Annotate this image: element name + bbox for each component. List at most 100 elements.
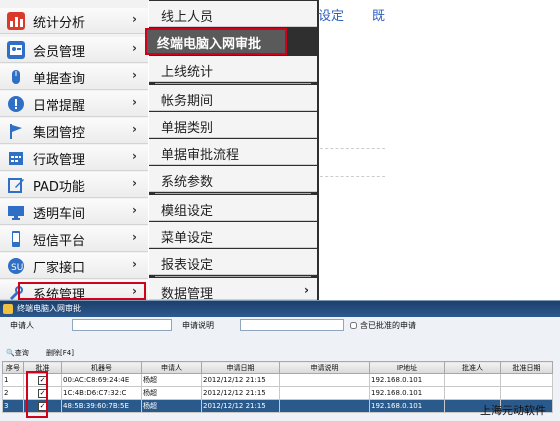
flag-icon [7,122,25,140]
menu-item-member[interactable]: 会员管理 › [0,37,148,63]
submenu-item-label: 报表设定 [161,258,214,273]
system-submenu: 线上人员 终端电脑入网审批 上线统计 帐务期间 单据类别 单据审批流程 系统参数… [145,0,319,302]
menu-item-documents[interactable]: 单据查询 › [0,64,148,90]
submenu-item-data-management[interactable]: 数据管理 › [149,278,317,302]
submenu-item-report-settings[interactable]: 报表设定 [149,249,317,275]
submenu-item-online-users[interactable]: 线上人员 [149,1,317,27]
submenu-item-label: 上线统计 [161,65,214,80]
edit-icon [7,176,25,194]
menu-item-workshop[interactable]: 透明车间 › [0,199,148,225]
menu-item-label: 单据查询 [33,72,86,87]
submenu-item-approval-flow[interactable]: 单据审批流程 [149,139,317,165]
submenu-item-online-stats[interactable]: 上线统计 [149,56,317,82]
alert-icon [7,95,25,113]
submenu-item-label: 单据类别 [161,121,214,136]
chevron-right-icon: › [132,41,137,55]
cell-applicant: 杨超 [141,399,202,413]
applicant-label: 申请人 [10,321,34,330]
stumble-icon: SU [7,257,25,275]
include-approved-checkbox[interactable] [350,322,357,329]
chevron-right-icon: › [132,68,137,82]
applicant-input[interactable] [72,319,172,331]
cell-approver [444,373,501,387]
background-divider [320,176,385,177]
query-button-label: 查询 [14,349,29,357]
column-header-no[interactable]: 序号 [2,361,24,374]
cell-date: 2012/12/12 21:15 [201,373,280,387]
svg-text:SU: SU [11,263,23,273]
menu-item-statistics[interactable]: 统计分析 › [0,8,148,34]
chevron-right-icon: › [132,149,137,163]
menu-item-label: 透明车间 [33,207,86,222]
menu-item-label: 日常提醒 [33,99,86,114]
chevron-right-icon: › [132,176,137,190]
highlight-box-approve-column [26,371,48,418]
menu-item-group-control[interactable]: 集团管控 › [0,118,148,144]
submenu-item-module-settings[interactable]: 模组设定 [149,195,317,221]
chevron-right-icon: › [132,257,137,271]
table-row[interactable]: 1 ✓ 00:AC:C8:69:24:4E 杨超 2012/12/12 21:1… [2,373,553,387]
cell-no: 2 [2,386,24,400]
background-link[interactable]: 既 [372,5,385,24]
column-header-machine[interactable]: 机器号 [61,361,142,374]
submenu-item-system-params[interactable]: 系统参数 [149,166,317,192]
menu-item-label: 短信平台 [33,234,86,249]
cell-ip: 192.168.0.101 [369,399,445,413]
highlight-box-system-management [18,282,146,300]
cell-note [279,386,370,400]
cell-date: 2012/12/12 21:15 [201,399,280,413]
left-nav-menu: 统计分析 › 会员管理 › 单据查询 › 日常提醒 › 集团管控 › 行政管理 … [0,0,148,303]
cell-approver [444,386,501,400]
menu-item-label: PAD功能 [33,180,85,195]
submenu-item-label: 系统参数 [161,175,214,190]
chevron-right-icon: › [132,95,137,109]
submenu-item-menu-settings[interactable]: 菜单设定 [149,222,317,248]
cell-note [279,399,370,413]
menu-item-sms[interactable]: 短信平台 › [0,226,148,252]
submenu-item-accounting-period[interactable]: 帐务期间 [149,85,317,111]
table-header-row: 序号 批准 机器号 申请人 申请日期 申请说明 IP地址 批准人 批准日期 [2,361,553,374]
search-icon: 🔍 [6,349,15,357]
column-header-applicant[interactable]: 申请人 [141,361,202,374]
column-header-approve-date[interactable]: 批准日期 [500,361,553,374]
chevron-right-icon: › [132,12,137,26]
app-icon [3,304,13,314]
submenu-item-label: 单据审批流程 [161,148,240,163]
background-link-settings[interactable]: 设定 [318,5,344,24]
menu-item-pad[interactable]: PAD功能 › [0,172,148,198]
menu-item-label: 统计分析 [33,16,86,31]
include-approved-label: 含已批准的申请 [360,321,416,330]
mouse-icon [7,68,25,86]
delete-button[interactable]: 删除[F4] [46,348,74,358]
cell-date: 2012/12/12 21:15 [201,386,280,400]
cell-approve-date [500,373,553,387]
cell-ip: 192.168.0.101 [369,373,445,387]
bar-chart-icon [7,12,25,30]
submenu-item-label: 模组设定 [161,204,214,219]
dialog-title-bar: 终端电脑入网审批 [0,301,560,317]
query-button[interactable]: 🔍查询 [6,348,29,358]
chevron-right-icon: › [304,283,309,297]
cell-applicant: 杨超 [141,373,202,387]
menu-item-reminders[interactable]: 日常提醒 › [0,91,148,117]
cell-no: 3 [2,399,24,413]
cell-no: 1 [2,373,24,387]
column-header-note[interactable]: 申请说明 [279,361,370,374]
submenu-item-label: 菜单设定 [161,231,214,246]
submenu-item-label: 帐务期间 [161,94,214,109]
submenu-item-terminal-approval[interactable]: 终端电脑入网审批 [145,28,287,55]
column-header-ip[interactable]: IP地址 [369,361,445,374]
menu-item-vendor-interface[interactable]: SU 厂家接口 › [0,253,148,279]
menu-item-label: 行政管理 [33,153,86,168]
note-input[interactable] [240,319,344,331]
cell-machine: 00:AC:C8:69:24:4E [61,373,142,387]
chevron-right-icon: › [132,230,137,244]
column-header-date[interactable]: 申请日期 [201,361,280,374]
table-row-selected[interactable]: 3 ✓ 48:5B:39:60:7B:5E 杨超 2012/12/12 21:1… [2,399,553,413]
column-header-approver[interactable]: 批准人 [444,361,501,374]
menu-item-admin[interactable]: 行政管理 › [0,145,148,171]
cell-ip: 192.168.0.101 [369,386,445,400]
company-watermark: 上海元动软件 [480,404,546,417]
submenu-item-document-types[interactable]: 单据类别 [149,112,317,138]
table-row[interactable]: 2 ✓ 1C:4B:D6:C7:32:C 杨超 2012/12/12 21:15… [2,386,553,400]
